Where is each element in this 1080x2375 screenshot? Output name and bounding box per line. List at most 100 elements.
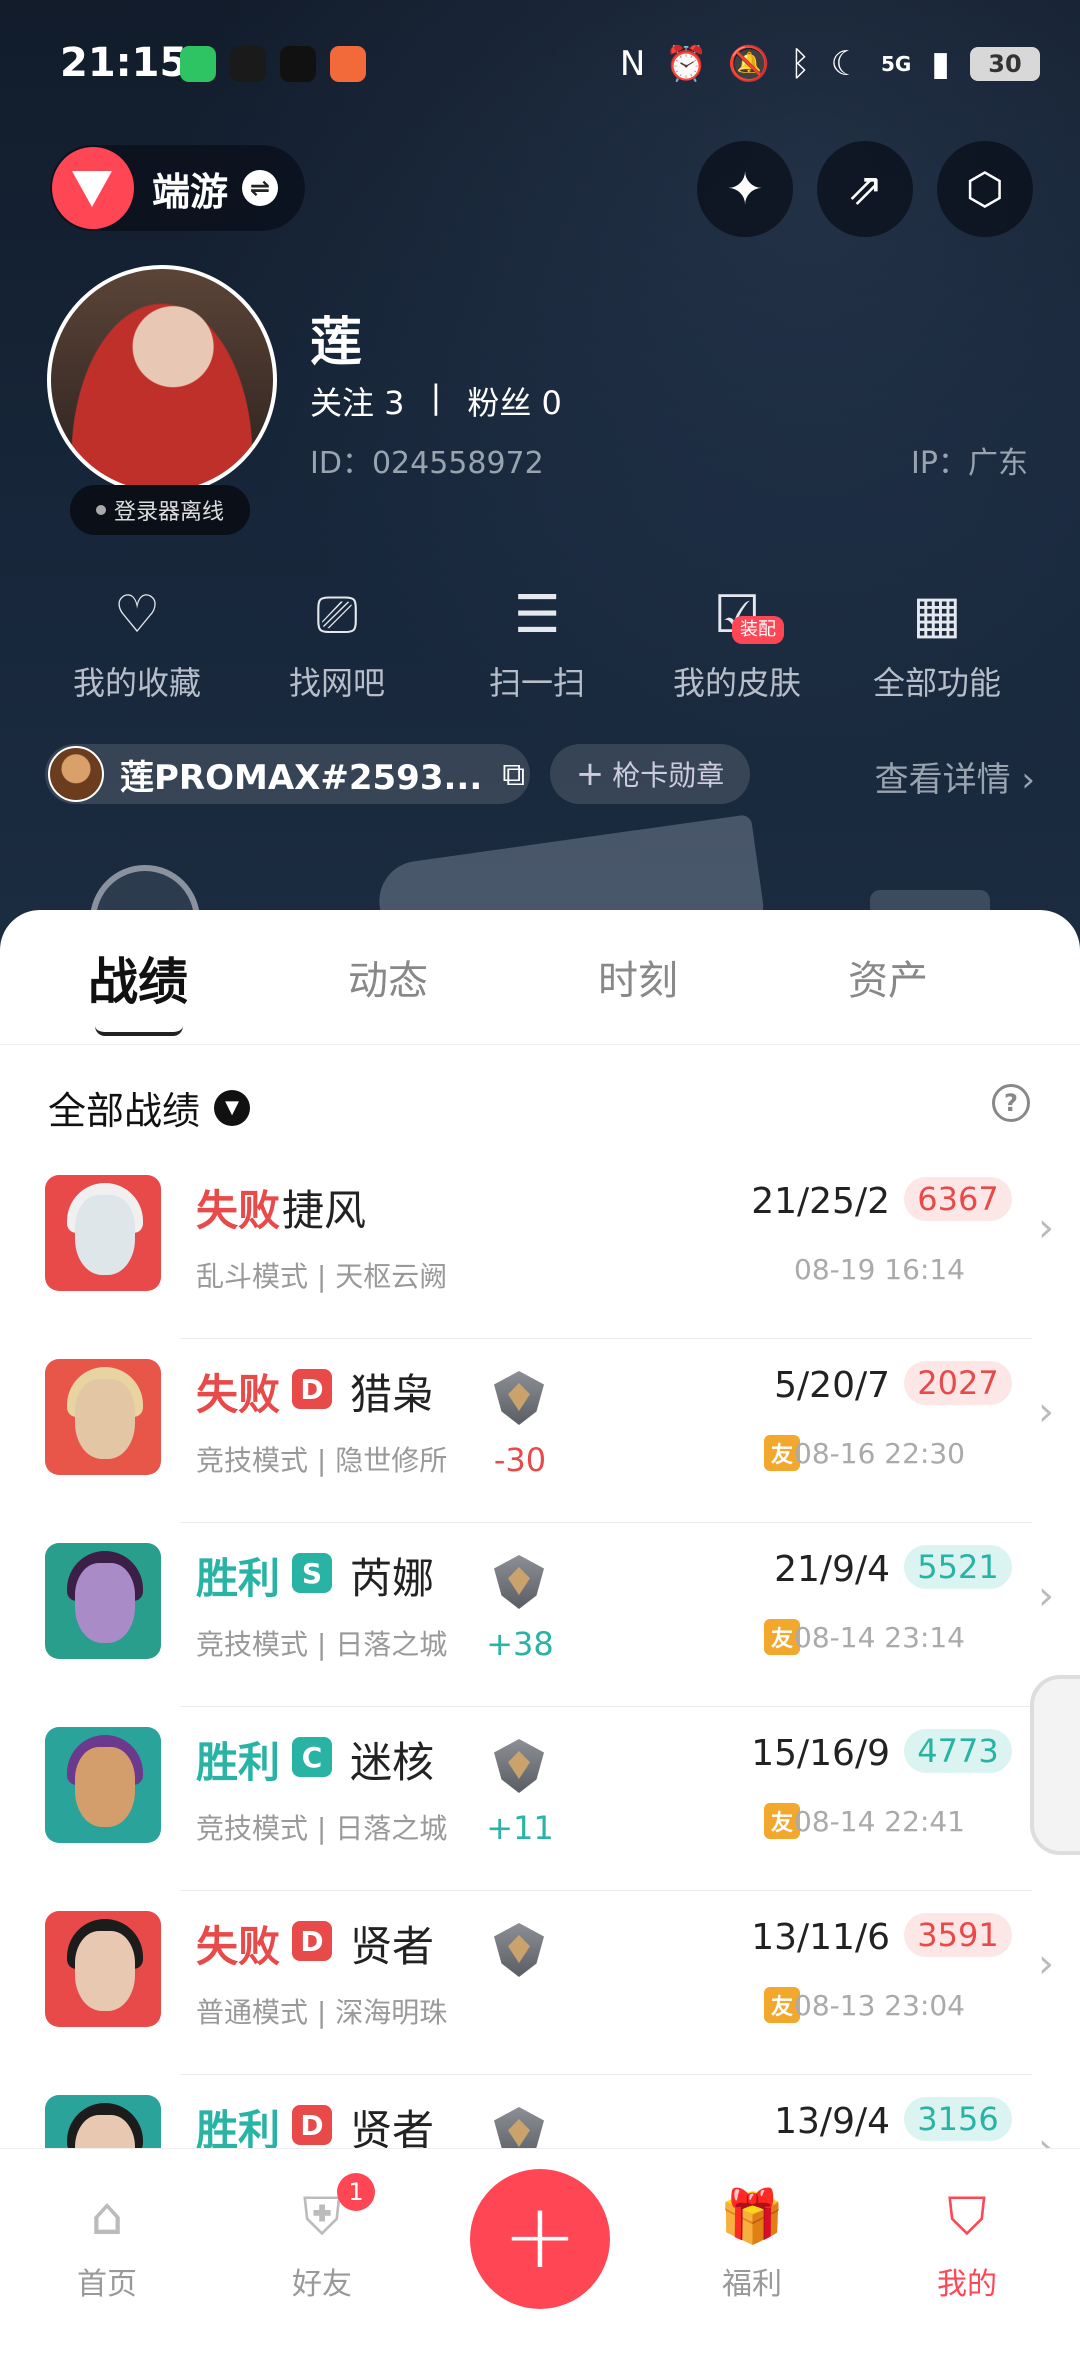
tab-feed[interactable]: 动态: [263, 948, 513, 1006]
records-filter[interactable]: 全部战绩 ▼: [48, 1080, 251, 1135]
follow-stats: 关注 3 | 粉丝 0: [310, 378, 562, 424]
settings-hexagon-icon: ⬡: [965, 163, 1005, 215]
quick-action-label: 全部功能: [872, 664, 1001, 702]
edit-card-button[interactable]: ✦: [697, 141, 793, 237]
swap-icon: ⇌: [242, 170, 279, 206]
floating-widget[interactable]: [1030, 1675, 1080, 1855]
performance-grade-badge: C: [292, 1737, 332, 1777]
chevron-right-icon: ›: [1038, 1389, 1054, 1435]
share-icon: ⇗: [846, 163, 884, 215]
alarm-icon: ⏰: [665, 44, 708, 84]
match-mode-map: 普通模式 | 深海明珠: [196, 1996, 448, 2029]
quick-action-skin[interactable]: ☑ 装配 我的皮肤: [637, 580, 837, 704]
combat-score: 5521: [904, 1545, 1012, 1589]
quick-action-label: 找网吧: [288, 664, 385, 702]
monitor-icon: ⎚: [316, 585, 358, 645]
combat-score: 3591: [904, 1913, 1012, 1957]
launcher-status-text: 登录器离线: [113, 500, 224, 525]
combat-score: 4773: [904, 1729, 1012, 1773]
home-icon: ⌂: [27, 2185, 187, 2249]
quick-action-scan[interactable]: ☰ 扫一扫: [437, 580, 637, 704]
kda-stats: 5/20/7: [774, 1365, 890, 1406]
agent-face: [75, 1195, 135, 1275]
quick-actions: ♡ 我的收藏 ⎚ 找网吧 ☰ 扫一扫 ☑ 装配 我的皮肤 ▦ 全部功能: [0, 580, 1080, 710]
scan-icon: ☰: [513, 585, 561, 645]
qq-icon: [230, 46, 266, 82]
nav-glyph: ⛉: [947, 2187, 987, 2247]
match-row[interactable]: 胜利 S 芮娜 竞技模式 | 日落之城 +38 21/9/4 5521 友 08-14 23:1…: [0, 1523, 1080, 1707]
nav-label: 首页: [77, 2267, 137, 2302]
agent-name: 迷核: [350, 1738, 435, 1787]
tab-assets[interactable]: 资产: [763, 948, 1013, 1006]
help-icon[interactable]: ?: [992, 1084, 1030, 1122]
agent-portrait: [45, 1359, 161, 1475]
kda-stats: 21/9/4: [774, 1549, 890, 1590]
competitive-rank-icon: [494, 1555, 544, 1609]
share-button[interactable]: ⇗: [817, 141, 913, 237]
quick-action-heart[interactable]: ♡ 我的收藏: [37, 580, 237, 704]
filter-label: 全部战绩: [48, 1089, 201, 1133]
match-mode-map: 竞技模式 | 日落之城: [196, 1628, 448, 1661]
competitive-rank-icon: [494, 1371, 544, 1425]
competitive-rank-icon: [494, 1739, 544, 1793]
performance-grade-badge: S: [292, 1553, 332, 1593]
stats-separator: |: [430, 378, 442, 416]
profile-icon: ⛉: [887, 2185, 1047, 2249]
kda-stats: 15/16/9: [751, 1733, 890, 1774]
chevron-right-icon: ›: [1038, 1573, 1054, 1619]
moon-icon: ☾: [830, 44, 861, 84]
bottom-navigation: ⌂ 首页 ⛨ 1 好友 + 🎁 福利 ⛉ 我的: [0, 2148, 1080, 2375]
match-row[interactable]: 失败 D 贤者 普通模式 | 深海明珠 13/11/6 3591 友 08-13 23:04 ›: [0, 1891, 1080, 2075]
tab-moments[interactable]: 时刻: [513, 948, 763, 1006]
ip-location: IP：广东: [911, 446, 1028, 481]
gun-card-medal-button[interactable]: + 枪卡勋章: [550, 744, 750, 804]
rank-rating-change: +38: [486, 1625, 554, 1663]
match-mode-map: 乱斗模式 | 天枢云阙: [196, 1260, 448, 1293]
avatar[interactable]: [47, 265, 277, 495]
kda-stats: 13/9/4: [774, 2101, 890, 2142]
view-details-link[interactable]: 查看详情 ›: [875, 752, 1035, 801]
gift-icon: 🎁: [672, 2185, 832, 2249]
agent-portrait: [45, 1175, 161, 1291]
match-row[interactable]: 胜利 C 迷核 竞技模式 | 日落之城 +11 15/16/9 4773 友 08-14 22:…: [0, 1707, 1080, 1891]
user-id: ID：024558972: [310, 446, 544, 481]
nav-item-gift[interactable]: 🎁 福利: [672, 2185, 832, 2303]
copy-icon[interactable]: ⧉: [502, 755, 525, 794]
equip-tag: 装配: [732, 616, 784, 644]
rank-rating-change: +11: [486, 1809, 554, 1847]
nav-label: 福利: [722, 2267, 782, 2302]
match-row[interactable]: 失败 D 猎枭 竞技模式 | 隐世修所 -30 5/20/7 2027 友 08-16 22:3…: [0, 1339, 1080, 1523]
network-icon: 5G: [880, 52, 912, 76]
following-count[interactable]: 关注 3: [310, 378, 405, 424]
friends-icon: ⛨ 1: [242, 2173, 402, 2249]
match-mode-map: 竞技模式 | 日落之城: [196, 1812, 448, 1845]
quick-action-monitor[interactable]: ⎚ 找网吧: [237, 580, 437, 704]
quick-action-grid[interactable]: ▦ 全部功能: [837, 580, 1037, 704]
game-name: 端游: [152, 169, 229, 214]
nickname: 莲: [310, 313, 363, 373]
kda-stats: 21/25/2: [751, 1181, 890, 1222]
game-switcher[interactable]: 端游 ⇌: [50, 145, 305, 231]
agent-name: 猎枭: [350, 1370, 435, 1419]
match-mode-map: 竞技模式 | 隐世修所: [196, 1444, 448, 1477]
grid-icon: ▦: [912, 585, 962, 645]
fans-count[interactable]: 粉丝 0: [467, 378, 562, 424]
settings-button[interactable]: ⬡: [937, 141, 1033, 237]
nav-item-friends[interactable]: ⛨ 1 好友: [242, 2173, 402, 2303]
wechat-icon: [180, 46, 216, 82]
match-row[interactable]: 失败 捷风 乱斗模式 | 天枢云阙 21/25/2 6367 08-19 16:14 ›: [0, 1155, 1080, 1339]
agent-face: [75, 1747, 135, 1827]
create-post-button[interactable]: +: [470, 2169, 610, 2309]
tab-records[interactable]: 战绩: [13, 942, 263, 1014]
nav-label: 好友: [292, 2267, 352, 2302]
plus-small-icon: +: [575, 754, 605, 794]
nav-item-home[interactable]: ⌂ 首页: [27, 2185, 187, 2303]
status-app-icons: [180, 46, 366, 82]
agent-name: 捷风: [282, 1186, 367, 1235]
game-account-id: 莲PROMAX#2593...: [120, 757, 483, 798]
agent-face: [75, 1563, 135, 1643]
game-account-pill[interactable]: 莲PROMAX#2593... ⧉: [45, 744, 530, 804]
match-result: 胜利: [196, 1738, 281, 1787]
nav-item-profile[interactable]: ⛉ 我的: [887, 2185, 1047, 2303]
nav-label: 我的: [937, 2267, 997, 2302]
